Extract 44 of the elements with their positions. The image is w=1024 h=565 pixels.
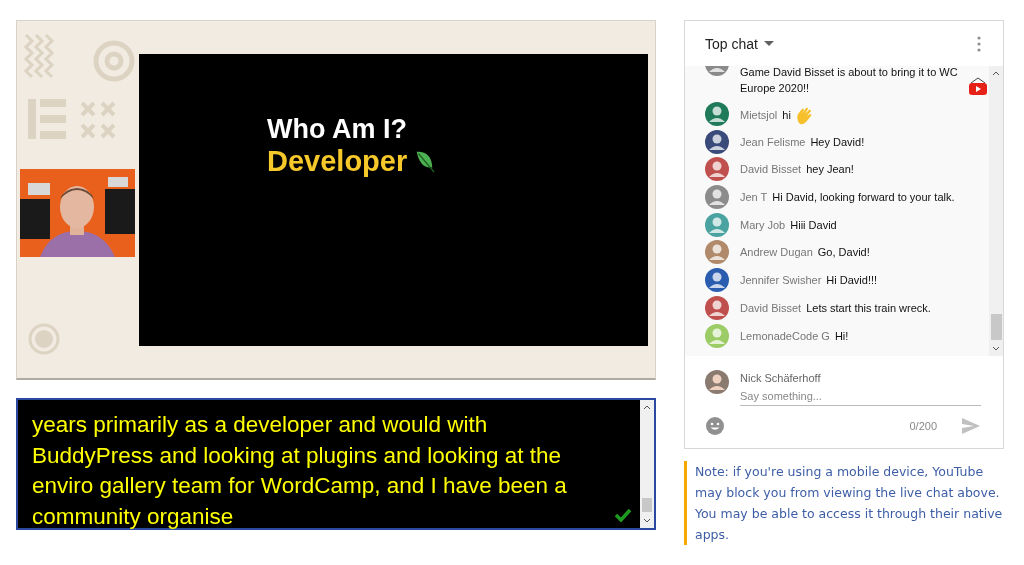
scrollbar-thumb[interactable] (990, 314, 1002, 340)
scrollbar[interactable] (640, 400, 654, 528)
message-text: Game David Bisset is about to bring it to WC Europe 2020!! (740, 66, 959, 96)
slide-title: Who Am I? (267, 113, 408, 144)
author-name[interactable]: Jean Felisme (740, 135, 806, 148)
send-icon[interactable] (961, 417, 981, 435)
message-text: Lets start this train wreck. (806, 301, 931, 314)
caption-line: enviro gallery team for WordCamp, and I have been a (32, 472, 568, 500)
caption-line: years primarily as a developer and would with (32, 411, 489, 439)
scroll-down-icon[interactable] (992, 346, 1000, 352)
note-text: Note: if you're using a mobile device, YouTube may block you from viewing the live chat above. You may be able to access it through their native apps. (684, 461, 1004, 545)
author-name: Nick Schäferhoff (740, 371, 822, 386)
caption-line: community organise (32, 502, 235, 531)
scroll-down-icon[interactable] (643, 518, 651, 524)
author-name[interactable]: Jennifer Swisher (740, 274, 822, 287)
message-input[interactable]: Say something... (740, 388, 981, 406)
scroll-up-icon[interactable] (643, 404, 651, 410)
message-text: Hi! (834, 329, 849, 342)
emoji-icon[interactable] (705, 416, 725, 436)
user-avatar (705, 370, 729, 394)
message-text: Hey David! (810, 135, 865, 148)
slide-subtitle: Developer (267, 143, 408, 178)
message-text: Hi David, looking forward to your talk. (772, 191, 955, 204)
author-name[interactable]: LemonadeCode G (740, 329, 830, 342)
author-name[interactable]: David Bisset (740, 163, 802, 176)
author-name[interactable]: David Bisset (740, 301, 802, 314)
caption-line: BuddyPress and looking at plugins and looking at the (32, 441, 563, 470)
message-text: hi (782, 108, 791, 121)
character-counter: 0/200 (909, 420, 937, 432)
more-menu-icon[interactable] (977, 35, 981, 52)
message-text: hey Jean! (806, 163, 854, 176)
author-name[interactable]: Andrew Dugan (740, 246, 813, 259)
scroll-up-icon[interactable] (992, 70, 1000, 76)
message-text: Hiii David (790, 218, 837, 231)
scrollbar[interactable] (989, 66, 1003, 356)
author-name[interactable]: Mary Job (740, 218, 786, 231)
chat-mode-dropdown[interactable]: Top chat (705, 33, 774, 54)
author-name[interactable]: Mietsjol (740, 108, 778, 121)
scrollbar-thumb[interactable] (642, 498, 652, 512)
message-text: Hi David!!! (826, 274, 878, 287)
caret-icon (763, 41, 774, 46)
play-icon (967, 76, 989, 96)
message-text: Go, David! (817, 246, 870, 259)
author-name[interactable]: Jen T (740, 191, 768, 204)
